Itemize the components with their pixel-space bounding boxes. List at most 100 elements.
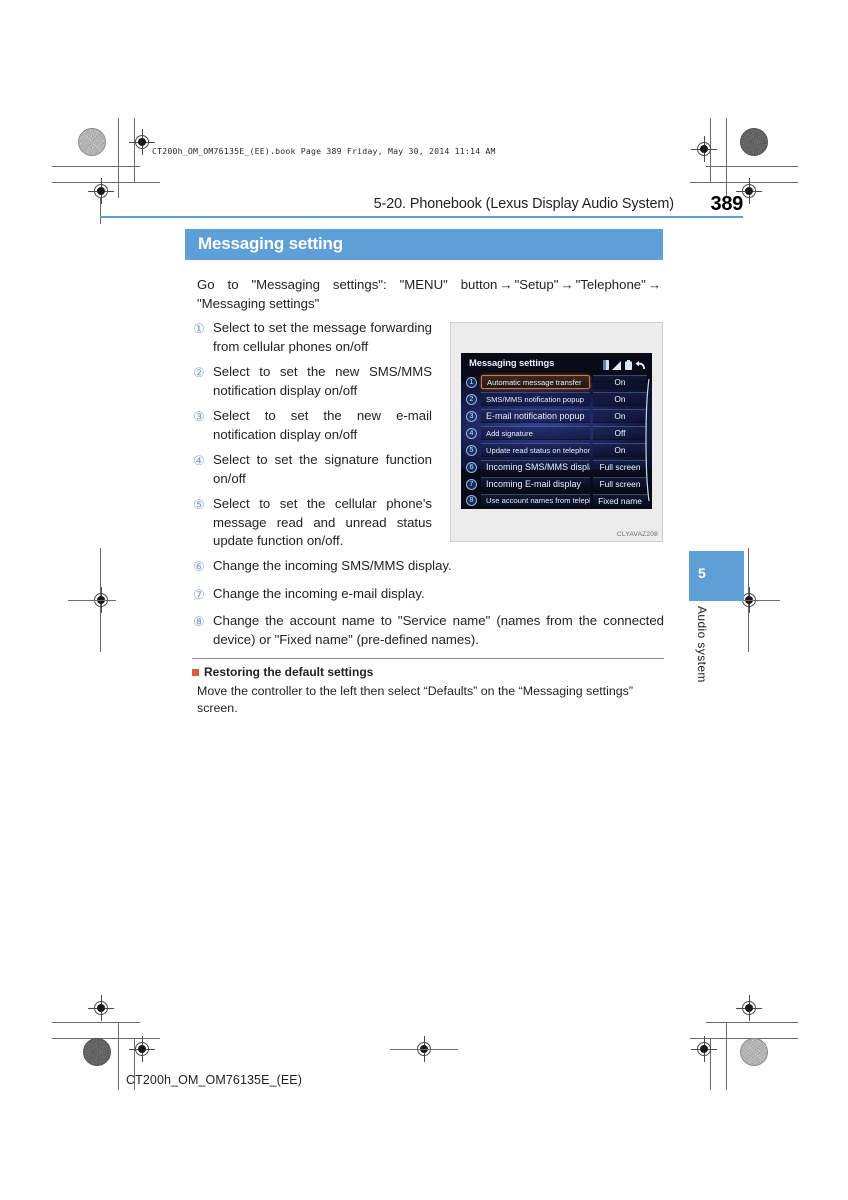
registration-mark-left-lower — [88, 995, 114, 1021]
square-bullet-icon — [192, 668, 199, 676]
device-row-6[interactable]: 6 Incoming SMS/MMS display Full screen — [466, 459, 647, 475]
callout-text-5: Select to set the cellular phone's messa… — [213, 496, 432, 548]
list-item: ⑦ Change the incoming e-mail display. — [192, 585, 664, 604]
device-row-value-7[interactable]: Full screen — [593, 476, 647, 492]
header-section-title: 5-20. Phonebook (Lexus Display Audio Sys… — [373, 196, 674, 212]
device-row-number-4: 4 — [466, 427, 477, 439]
device-row-2[interactable]: 2 SMS/MMS notification popup On — [466, 391, 647, 407]
figure-messaging-settings: Messaging settings 1 Automatic message t… — [450, 322, 663, 542]
halftone-target-bottom-right — [740, 1038, 768, 1066]
device-row-4[interactable]: 4 Add signature Off — [466, 425, 647, 441]
device-row-value-4[interactable]: Off — [593, 425, 647, 441]
device-row-value-5[interactable]: On — [593, 442, 647, 458]
device-row-label-7[interactable]: Incoming E-mail display — [481, 476, 590, 492]
crop-rule-bl-h2 — [52, 1038, 160, 1039]
registration-mark-bottom-left — [129, 1036, 155, 1062]
crop-rule-tr-v2 — [710, 118, 711, 182]
callout-text-2: Select to set the new SMS/MMS notificati… — [213, 364, 432, 398]
callout-number-2: ② — [193, 365, 205, 380]
crop-rule-tr-h — [706, 166, 798, 167]
device-row-label-3[interactable]: E-mail notification popup — [481, 408, 590, 424]
device-row-5[interactable]: 5 Update read status on telephone On — [466, 442, 647, 458]
arrow-icon-2: → — [560, 277, 574, 292]
battery-icon — [624, 357, 632, 375]
device-row-label-2[interactable]: SMS/MMS notification popup — [481, 391, 590, 407]
callout-text-4: Select to set the signature function on/… — [213, 452, 432, 486]
registration-mark-right-lower — [736, 995, 762, 1021]
crop-rule-tl-h — [52, 166, 140, 167]
list-item: ④ Select to set the signature function o… — [192, 451, 432, 488]
callout-number-3: ③ — [193, 409, 205, 424]
chapter-tab: 5 — [689, 551, 744, 601]
callout-number-7: ⑦ — [193, 586, 205, 602]
crop-rule-br-h2 — [690, 1038, 798, 1039]
intro-prefix: Go to "Messaging settings": "MENU" butto… — [197, 277, 498, 292]
list-item: ② Select to set the new SMS/MMS notifica… — [192, 363, 432, 400]
list-item: ⑧ Change the account name to "Service na… — [192, 612, 664, 649]
device-row-number-5: 5 — [466, 444, 477, 456]
signal-icon — [612, 357, 621, 375]
device-row-value-8[interactable]: Fixed name — [593, 493, 647, 509]
registration-mark-bottom-right-2 — [691, 1036, 717, 1062]
callout-text-6: Change the incoming SMS/MMS display. — [213, 558, 452, 573]
callout-number-8: ⑧ — [193, 614, 205, 629]
device-row-label-4[interactable]: Add signature — [481, 425, 590, 441]
crop-rule-br-v2 — [710, 1038, 711, 1090]
device-row-value-6[interactable]: Full screen — [593, 459, 647, 475]
intro-paragraph: Go to "Messaging settings": "MENU" butto… — [197, 275, 663, 313]
solid-target-bottom-left — [83, 1038, 111, 1066]
device-row-3[interactable]: 3 E-mail notification popup On — [466, 408, 647, 424]
list-item: ① Select to set the message forwarding f… — [192, 319, 432, 356]
crop-rule-tl-h2 — [52, 182, 160, 183]
callout-number-4: ④ — [193, 453, 205, 468]
intro-step-2: "Telephone" — [575, 277, 646, 292]
crop-rule-br-v — [726, 1022, 727, 1090]
halftone-target-top-left — [78, 128, 106, 156]
device-title-bar: Messaging settings — [461, 353, 652, 373]
device-row-label-1[interactable]: Automatic message transfer — [481, 375, 590, 390]
device-row-value-1[interactable]: On — [593, 374, 647, 390]
callout-text-8: Change the account name to "Service name… — [213, 613, 664, 647]
restoring-defaults-body: Move the controller to the left then sel… — [197, 684, 633, 715]
chapter-number: 5 — [698, 565, 706, 581]
device-row-number-2: 2 — [466, 393, 477, 405]
device-row-label-5[interactable]: Update read status on telephone — [481, 442, 590, 458]
callout-text-7: Change the incoming e-mail display. — [213, 585, 425, 601]
device-row-number-7: 7 — [466, 478, 477, 490]
device-settings-list: 1 Automatic message transfer On 2 SMS/MM… — [466, 374, 647, 509]
device-row-value-2[interactable]: On — [593, 391, 647, 407]
device-row-1[interactable]: 1 Automatic message transfer On — [466, 374, 647, 390]
intro-step-1: "Setup" — [514, 277, 559, 292]
page-header: 5-20. Phonebook (Lexus Display Audio Sys… — [100, 186, 743, 218]
list-item: ③ Select to set the new e-mail notificat… — [192, 407, 432, 444]
header-rule — [100, 215, 743, 218]
callout-number-6: ⑥ — [193, 559, 205, 574]
page-number: 389 — [710, 193, 744, 215]
callout-list-wide: ⑥ Change the incoming SMS/MMS display. ⑦… — [192, 557, 664, 658]
callout-number-1: ① — [193, 321, 205, 336]
list-item: ⑥ Change the incoming SMS/MMS display. — [192, 557, 664, 576]
crop-rule-bl-v — [118, 1022, 119, 1090]
crop-rule-tr-h2 — [690, 182, 798, 183]
crop-rule-br-h — [706, 1022, 798, 1023]
section-banner-title: Messaging setting — [198, 234, 343, 253]
return-icon — [635, 357, 646, 375]
list-item: ⑤ Select to set the cellular phone's mes… — [192, 495, 432, 551]
solid-target-top-right — [740, 128, 768, 156]
restoring-defaults-heading-text: Restoring the default settings — [204, 665, 374, 679]
section-banner: Messaging setting — [185, 229, 663, 260]
book-file-stamp: CT200h_OM_OM76135E_(EE).book Page 389 Fr… — [152, 146, 496, 156]
device-row-8[interactable]: 8 Use account names from telephone Fixed… — [466, 493, 647, 509]
device-screen: Messaging settings 1 Automatic message t… — [461, 353, 652, 509]
restoring-defaults-heading: Restoring the default settings — [192, 665, 373, 679]
device-row-value-3[interactable]: On — [593, 408, 647, 424]
device-row-label-8[interactable]: Use account names from telephone — [481, 493, 590, 509]
device-status-icons — [602, 357, 647, 375]
crop-rule-tl-v2 — [134, 118, 135, 182]
crop-rule-left-mid-h — [68, 599, 116, 601]
registration-mark-top-right — [691, 136, 717, 162]
device-screen-title: Messaging settings — [469, 357, 555, 368]
footer-document-code: CT200h_OM_OM76135E_(EE) — [126, 1073, 302, 1087]
device-row-label-6[interactable]: Incoming SMS/MMS display — [481, 459, 590, 475]
device-row-7[interactable]: 7 Incoming E-mail display Full screen — [466, 476, 647, 492]
